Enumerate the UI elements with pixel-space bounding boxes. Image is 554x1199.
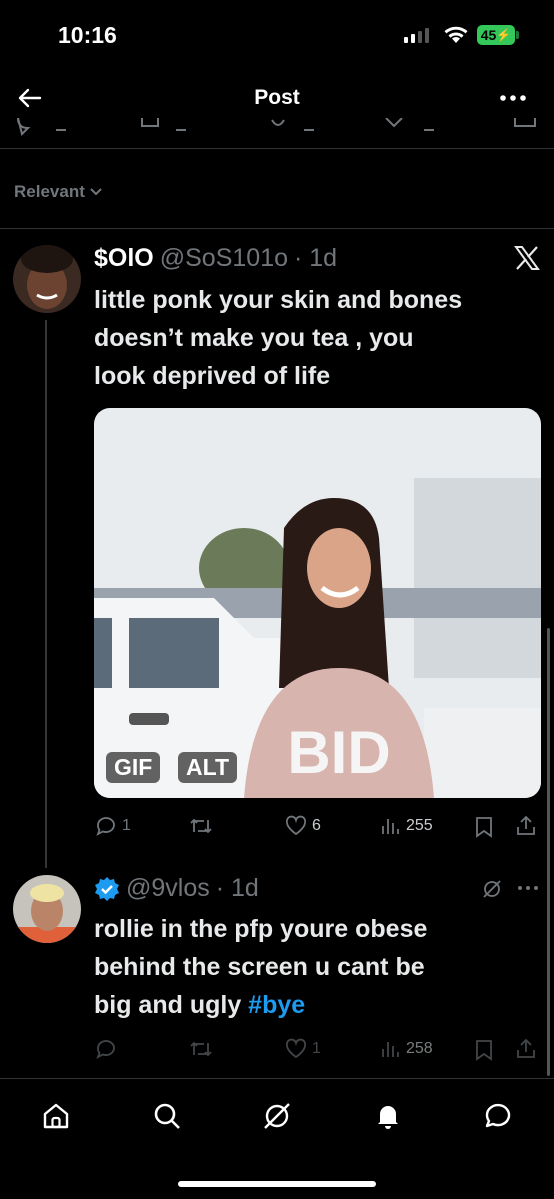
reply-count: 1 — [122, 817, 131, 834]
more-icon[interactable] — [498, 88, 528, 108]
relevant-filter-label: Relevant — [14, 182, 85, 201]
search-icon[interactable] — [151, 1100, 183, 1132]
tweet-line-last: big and ugly #bye — [94, 986, 544, 1024]
status-time: 10:16 — [58, 22, 117, 48]
reply-icon — [96, 817, 115, 836]
hashtag-link[interactable]: #bye — [248, 991, 305, 1019]
reply-button[interactable] — [94, 1037, 118, 1061]
page-title: Post — [254, 86, 300, 109]
bookmark-icon[interactable] — [474, 1038, 494, 1062]
grok-icon[interactable] — [481, 878, 503, 900]
tweet-text: rollie in the pfp youre obese behind the… — [94, 910, 544, 1024]
retweet-button[interactable] — [188, 1037, 214, 1061]
retweet-icon — [190, 1041, 212, 1057]
like-count: 6 — [312, 817, 321, 834]
views-button[interactable]: 258 — [380, 1037, 433, 1061]
avatar[interactable] — [13, 245, 81, 313]
tweet-line: behind the screen u cant be — [94, 953, 425, 981]
tweet-media-gif[interactable]: BID GIF ALT — [94, 408, 541, 798]
previous-post-actions — [0, 118, 554, 140]
view-count: 255 — [406, 817, 433, 834]
like-count: 1 — [312, 1040, 321, 1057]
svg-text:BID: BID — [287, 719, 390, 786]
divider — [0, 1078, 554, 1079]
tweet-header: @9vlos · 1d — [94, 874, 259, 903]
display-name[interactable]: $OlO — [94, 244, 154, 273]
like-button[interactable]: 6 — [284, 814, 321, 838]
divider — [0, 228, 554, 229]
thread-line — [45, 320, 47, 868]
notifications-icon[interactable] — [372, 1100, 404, 1132]
timestamp: · 1d — [215, 874, 259, 902]
grok-icon[interactable] — [261, 1100, 293, 1132]
like-icon — [285, 1038, 307, 1059]
x-logo-icon — [514, 246, 540, 270]
retweet-button[interactable] — [188, 814, 214, 838]
retweet-icon — [190, 818, 212, 834]
messages-icon[interactable] — [482, 1100, 514, 1132]
tweet-line-text: big and ugly — [94, 991, 249, 1019]
bookmark-icon[interactable] — [474, 815, 494, 839]
home-indicator — [178, 1181, 376, 1187]
cellular-signal-icon — [404, 28, 429, 43]
relevant-filter[interactable]: Relevant — [14, 182, 103, 202]
scrollbar[interactable] — [547, 628, 550, 1076]
tweet-text: little ponk your skin and bones doesn’t … — [94, 281, 544, 395]
share-icon[interactable] — [514, 1037, 538, 1061]
more-icon[interactable] — [516, 884, 540, 892]
timestamp: · 1d — [294, 244, 338, 272]
alt-badge[interactable]: ALT — [178, 752, 238, 783]
home-icon[interactable] — [40, 1100, 72, 1132]
views-icon — [382, 1042, 399, 1057]
battery-indicator: 45 ⚡ — [477, 25, 515, 45]
tweet-line: look deprived of life — [94, 362, 331, 390]
chevron-down-icon — [90, 188, 102, 196]
like-button[interactable]: 1 — [284, 1037, 321, 1061]
views-button[interactable]: 255 — [380, 814, 433, 838]
battery-cap — [516, 31, 519, 39]
share-icon[interactable] — [514, 814, 538, 838]
verified-icon — [95, 876, 119, 901]
view-count: 258 — [406, 1040, 433, 1057]
reply-button[interactable]: 1 — [94, 814, 131, 838]
tweet-line: rollie in the pfp youre obese — [94, 915, 428, 943]
wifi-icon — [444, 26, 468, 43]
handle[interactable]: @9vlos — [126, 874, 210, 903]
like-icon — [285, 815, 307, 836]
reply-icon — [96, 1040, 115, 1059]
gif-badge: GIF — [106, 752, 161, 783]
tweet-header: $OlO @SoS101o · 1d — [94, 244, 337, 273]
handle[interactable]: @SoS101o — [160, 244, 288, 273]
tweet-line: doesn’t make you tea , you — [94, 324, 414, 352]
tweet-line: little ponk your skin and bones — [94, 286, 463, 314]
views-icon — [382, 819, 399, 834]
battery-level: 45 — [480, 27, 497, 43]
avatar[interactable] — [13, 875, 81, 943]
divider — [0, 148, 554, 149]
